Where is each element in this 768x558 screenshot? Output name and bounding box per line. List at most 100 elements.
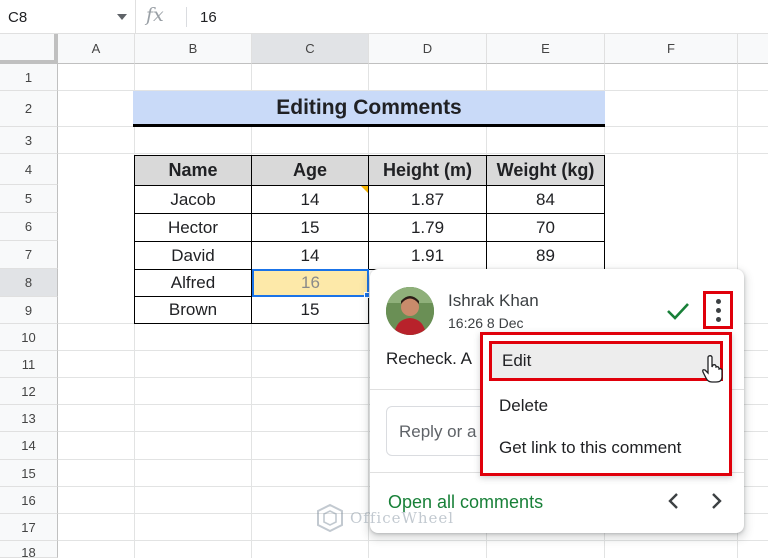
table-cell[interactable]: 15: [252, 214, 369, 242]
name-box[interactable]: C8: [0, 0, 136, 34]
row-header-15[interactable]: 15: [0, 460, 58, 487]
cell-value: 1.91: [410, 245, 445, 265]
row-label: 14: [21, 438, 36, 453]
row-header-3[interactable]: 3: [0, 127, 58, 154]
cell-value: Alfred: [170, 273, 216, 292]
column-label: A: [91, 41, 101, 56]
row-label: 18: [21, 545, 36, 558]
column-header-c[interactable]: C: [252, 34, 369, 64]
cell-value: David: [171, 245, 215, 265]
row-header-6[interactable]: 6: [0, 213, 58, 241]
table-cell[interactable]: Brown: [134, 297, 252, 324]
table-cell[interactable]: 15: [252, 297, 369, 324]
table-cell[interactable]: 14: [252, 186, 369, 214]
row-label: 16: [21, 492, 36, 508]
menu-item-delete[interactable]: Delete: [483, 385, 729, 427]
table-cell[interactable]: Jacob: [134, 186, 252, 214]
column-header-g[interactable]: [738, 34, 768, 64]
row-header-1[interactable]: 1: [0, 64, 58, 91]
menu-item-get-link[interactable]: Get link to this comment: [483, 427, 729, 469]
column-label: D: [422, 41, 433, 56]
selected-cell[interactable]: 16: [252, 269, 369, 297]
row-label: 10: [21, 329, 36, 345]
row-header-8[interactable]: 8: [0, 269, 58, 297]
row-label: 13: [21, 410, 36, 426]
watermark-text: OfficeWheel: [350, 509, 455, 527]
chevron-right-icon[interactable]: [704, 489, 728, 513]
row-header-2[interactable]: 2: [0, 91, 58, 127]
column-label: E: [541, 41, 550, 56]
row-header-14[interactable]: 14: [0, 432, 58, 460]
comment-options-menu: Edit Delete Get link to this comment: [480, 332, 732, 476]
row-label: 17: [21, 519, 36, 535]
row-header-11[interactable]: 11: [0, 351, 58, 378]
formula-bar: C8 fx 16: [0, 0, 768, 34]
table-cell[interactable]: 14: [252, 242, 369, 270]
row-label: 7: [24, 247, 33, 262]
column-label: F: [667, 41, 675, 56]
row-header-13[interactable]: 13: [0, 405, 58, 432]
row-label: 8: [24, 275, 33, 290]
comment-timestamp: 16:26 8 Dec: [448, 315, 524, 331]
row-label: 3: [24, 132, 33, 148]
cell-value: 14: [300, 245, 320, 265]
sheet-title: Editing Comments: [276, 95, 462, 119]
chevron-left-icon[interactable]: [662, 489, 686, 513]
table-cell[interactable]: 1.87: [369, 186, 487, 214]
column-label: C: [305, 41, 315, 56]
table-cell[interactable]: David: [134, 242, 252, 270]
cell-value: 89: [536, 245, 555, 265]
check-icon[interactable]: [664, 297, 692, 325]
column-header-a[interactable]: A: [58, 34, 135, 64]
row-header-10[interactable]: 10: [0, 324, 58, 351]
menu-item-edit[interactable]: Edit: [489, 341, 723, 383]
cell-value: Jacob: [170, 189, 216, 209]
more-options-button[interactable]: [703, 291, 733, 329]
formula-value: 16: [200, 8, 217, 26]
table-cell[interactable]: 89: [487, 242, 605, 270]
row-header-18[interactable]: 18: [0, 541, 58, 558]
row-header-5[interactable]: 5: [0, 185, 58, 213]
row-header-9[interactable]: 9: [0, 297, 58, 324]
menu-item-label: Delete: [499, 396, 549, 415]
row-header-7[interactable]: 7: [0, 241, 58, 269]
row-header-16[interactable]: 16: [0, 487, 58, 514]
column-header-b[interactable]: B: [135, 34, 252, 64]
row-label: 2: [24, 101, 33, 116]
cell-value: Hector: [167, 217, 219, 237]
cell-value: 84: [536, 189, 555, 209]
column-header-e[interactable]: E: [487, 34, 605, 64]
table-cell[interactable]: Alfred: [134, 270, 252, 297]
table-header-cell[interactable]: Name: [134, 155, 252, 186]
table-header-cell[interactable]: Weight (kg): [487, 155, 605, 186]
header-label: Age: [292, 160, 327, 180]
row-label: 1: [24, 69, 33, 85]
row-header-4[interactable]: 4: [0, 154, 58, 185]
cell-value: 1.87: [410, 189, 445, 209]
header-label: Name: [168, 160, 218, 180]
menu-item-label: Get link to this comment: [499, 438, 682, 457]
table-cell[interactable]: 70: [487, 214, 605, 242]
row-header-17[interactable]: 17: [0, 514, 58, 541]
avatar: [386, 287, 434, 335]
avatar-image: [386, 287, 434, 335]
header-label: Height (m): [383, 160, 472, 180]
table-cell[interactable]: 1.79: [369, 214, 487, 242]
sheet-title-cell[interactable]: Editing Comments: [133, 91, 605, 127]
row-label: 11: [21, 356, 36, 372]
table-cell[interactable]: Hector: [134, 214, 252, 242]
table-header-cell[interactable]: Age: [252, 155, 369, 186]
formula-input[interactable]: 16: [200, 0, 217, 34]
table-header-cell[interactable]: Height (m): [369, 155, 487, 186]
table-cell[interactable]: 1.91: [369, 242, 487, 270]
menu-item-label: Edit: [502, 351, 532, 370]
column-header-d[interactable]: D: [369, 34, 487, 64]
cell-value: 14: [300, 189, 320, 209]
row-header-12[interactable]: 12: [0, 378, 58, 405]
row-label: 15: [21, 465, 36, 481]
column-header-f[interactable]: F: [605, 34, 738, 64]
select-all-corner[interactable]: [0, 34, 58, 64]
officewheel-logo-icon: [317, 503, 343, 533]
table-cell[interactable]: 84: [487, 186, 605, 214]
chevron-down-icon[interactable]: [117, 14, 127, 20]
